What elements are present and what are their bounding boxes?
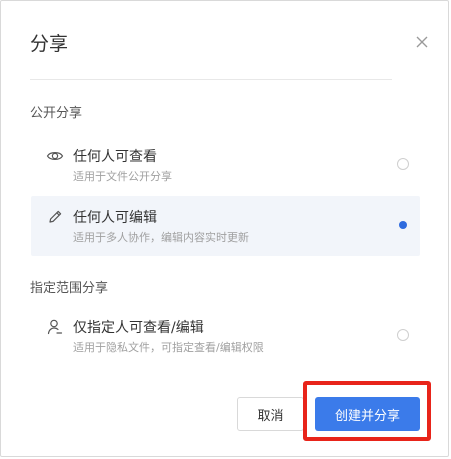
close-icon[interactable] [415,35,429,49]
dialog-title: 分享 [30,33,69,55]
create-and-share-button[interactable]: 创建并分享 [315,397,420,431]
option-description: 适用于隐私文件，可指定查看/编辑权限 [73,341,264,354]
eye-icon [46,152,64,160]
option-anyone-edit[interactable]: 任何人可编辑 适用于多人协作，编辑内容实时更新 [31,196,420,256]
option-description: 适用于文件公开分享 [73,170,172,183]
public-share-section-title: 公开分享 [30,106,83,121]
cancel-button[interactable]: 取消 [237,397,304,431]
option-label: 任何人可编辑 [73,210,157,226]
option-label: 任何人可查看 [73,149,157,165]
header-divider [30,79,392,80]
radio-anyone-view[interactable] [397,158,409,170]
radio-specified-people[interactable] [397,329,409,341]
option-label: 仅指定人可查看/编辑 [73,320,204,336]
scoped-share-section-title: 指定范围分享 [30,281,109,296]
pencil-icon [49,210,62,223]
option-description: 适用于多人协作，编辑内容实时更新 [73,231,249,244]
option-anyone-view[interactable]: 任何人可查看 适用于文件公开分享 [31,135,420,195]
user-icon [47,319,63,335]
share-dialog: 分享 公开分享 任何人可查看 适用于文件公开分享 任何人可编辑 适用于多人协作，… [0,0,449,457]
option-specified-people[interactable]: 仅指定人可查看/编辑 适用于隐私文件，可指定查看/编辑权限 [31,306,420,366]
radio-anyone-edit[interactable] [397,219,409,231]
